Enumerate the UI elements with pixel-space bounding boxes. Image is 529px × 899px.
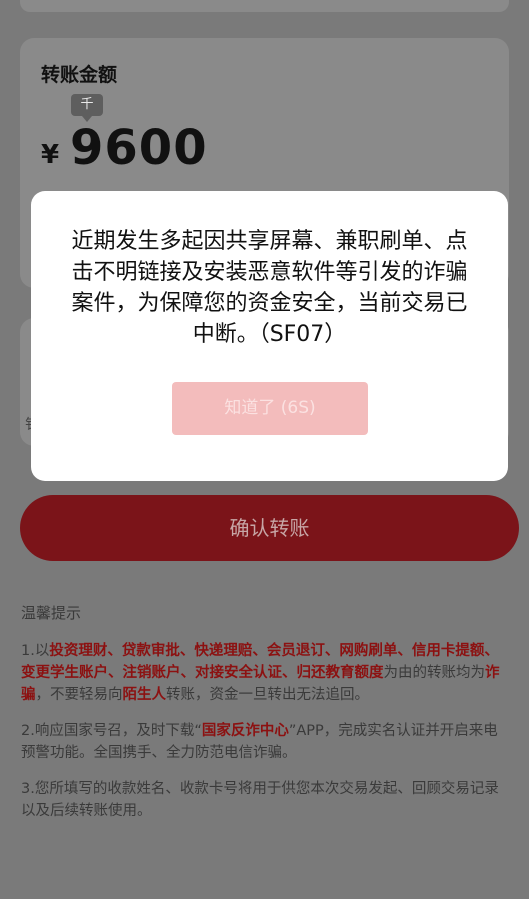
tip1-middle-2: ，不要轻易向 — [35, 687, 123, 703]
previous-card-bottom — [20, 0, 509, 12]
tip-paragraph-3: 3.您所填写的收款姓名、收款卡号将用于供您本次交易发起、回顾交易记录以及后续转账… — [21, 781, 499, 819]
currency-symbol: ¥ — [41, 140, 60, 170]
tip1-suffix: 转账，资金一旦转出无法追回。 — [166, 687, 369, 703]
amount-input[interactable]: 9600 — [70, 120, 208, 176]
confirm-transfer-button[interactable]: 确认转账 — [20, 495, 519, 561]
tip1-highlight-strangers: 陌生人 — [122, 687, 167, 703]
fraud-alert-modal: 近期发生多起因共享屏幕、兼职刷单、点击不明链接及安装恶意软件等引发的诈骗案件，为… — [31, 191, 508, 481]
tip2-highlight-app: 国家反诈中心 — [201, 723, 289, 739]
tips-section: 温馨提示 1.以投资理财、贷款审批、快递理赔、会员退订、网购刷单、信用卡提额、变… — [21, 602, 511, 836]
unit-badge: 千 — [71, 94, 103, 122]
tip1-prefix: 1.以 — [21, 643, 50, 659]
acknowledge-button[interactable]: 知道了 (6S) — [172, 382, 368, 435]
tip1-middle: 为由的转账均为 — [383, 665, 486, 681]
tips-title: 温馨提示 — [21, 604, 82, 622]
tip-paragraph-1: 1.以投资理财、贷款审批、快递理赔、会员退订、网购刷单、信用卡提额、变更学生账户… — [21, 640, 511, 706]
modal-message: 近期发生多起因共享屏幕、兼职刷单、点击不明链接及安装恶意软件等引发的诈骗案件，为… — [71, 229, 468, 347]
tip2-prefix: 2.响应国家号召，及时下载“ — [21, 723, 202, 739]
amount-title: 转账金额 — [41, 64, 118, 86]
tip-paragraph-2: 2.响应国家号召，及时下载“国家反诈中心”APP，完成实名认证并开启来电预警功能… — [21, 720, 511, 764]
